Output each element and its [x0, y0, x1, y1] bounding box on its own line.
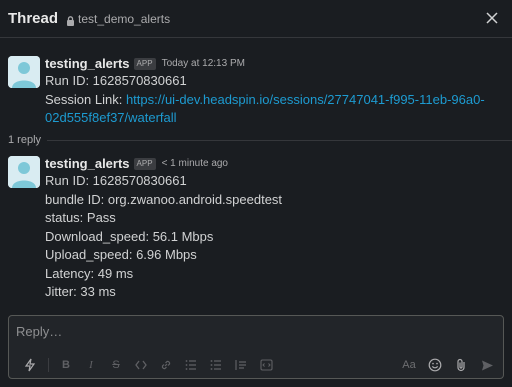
- thread-header: Thread test_demo_alerts: [0, 0, 512, 38]
- download-speed: Download_speed: 56.1 Mbps: [45, 228, 214, 244]
- link-icon[interactable]: [158, 357, 174, 373]
- thread-title: Thread: [8, 10, 59, 27]
- divider-line: [47, 139, 512, 141]
- code-block-icon[interactable]: [258, 357, 274, 373]
- italic-icon[interactable]: I: [83, 357, 99, 373]
- run-id: Run ID: 1628570830661: [45, 173, 187, 188]
- avatar[interactable]: [8, 156, 40, 188]
- avatar[interactable]: [8, 56, 40, 88]
- bold-icon[interactable]: B: [58, 357, 74, 373]
- reply-composer: Reply… B I S Aa: [8, 315, 504, 379]
- session-link[interactable]: https://ui-dev.headspin.io/sessions/2774…: [126, 92, 485, 107]
- bundle-id: bundle ID: org.zwanoo.android.speedtest: [45, 191, 283, 207]
- composer-toolbar: B I S Aa: [9, 354, 503, 376]
- author-name[interactable]: testing_alerts: [45, 56, 130, 71]
- status: status: Pass: [45, 210, 116, 225]
- reply-input[interactable]: Reply…: [16, 324, 486, 342]
- session-link-label: Session Link:: [45, 91, 126, 107]
- upload-speed: Upload_speed: 6.96 Mbps: [45, 247, 197, 262]
- channel-name[interactable]: test_demo_alerts: [78, 12, 170, 26]
- strikethrough-icon[interactable]: S: [108, 357, 124, 373]
- session-link-line: Session Link: https://ui-dev.headspin.io…: [45, 91, 505, 110]
- author-name[interactable]: testing_alerts: [45, 156, 130, 171]
- latency: Latency: 49 ms: [45, 265, 134, 281]
- session-link-tail[interactable]: 02d555f8ef37/waterfall: [45, 110, 177, 125]
- message-body: testing_alerts APP < 1 minute ago Run ID…: [45, 155, 505, 302]
- shortcuts-icon[interactable]: [22, 357, 38, 373]
- ordered-list-icon[interactable]: [183, 357, 199, 373]
- emoji-icon[interactable]: [427, 357, 443, 373]
- message-timestamp[interactable]: < 1 minute ago: [162, 158, 228, 169]
- code-icon[interactable]: [133, 357, 149, 373]
- toolbar-divider: [48, 358, 49, 372]
- close-icon[interactable]: [482, 8, 502, 28]
- session-link-continued: 02d555f8ef37/waterfall: [45, 109, 505, 128]
- app-badge: APP: [133, 57, 156, 70]
- reply-count: 1 reply: [8, 134, 42, 146]
- lock-icon: [66, 14, 75, 26]
- send-icon[interactable]: [479, 357, 495, 373]
- toolbar-right-group: Aa: [391, 357, 495, 373]
- message-body: testing_alerts APP Today at 12:13 PM Run…: [45, 55, 505, 128]
- blockquote-icon[interactable]: [233, 357, 249, 373]
- run-id: Run ID: 1628570830661: [45, 73, 187, 88]
- reply-count-divider: 1 reply: [0, 132, 512, 148]
- format-text-icon[interactable]: Aa: [401, 357, 417, 373]
- message-timestamp[interactable]: Today at 12:13 PM: [162, 58, 245, 69]
- attachment-icon[interactable]: [453, 357, 469, 373]
- app-badge: APP: [133, 157, 156, 170]
- bulleted-list-icon[interactable]: [208, 357, 224, 373]
- jitter: Jitter: 33 ms: [45, 284, 116, 299]
